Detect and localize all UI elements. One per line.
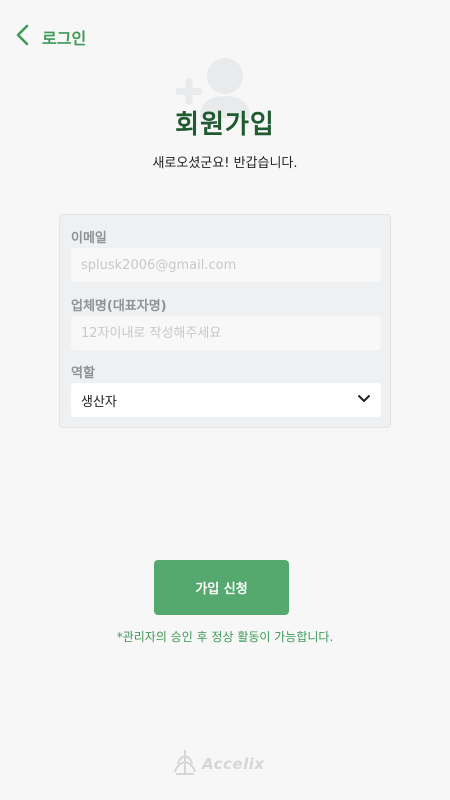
company-label: 업체명(대표자명) [71, 299, 167, 314]
email-input[interactable] [71, 248, 381, 282]
page-subtitle: 새로오셨군요! 반갑습니다. [152, 156, 298, 171]
role-selected-value: 생산자 [81, 394, 117, 410]
brand-logo: Accelix [172, 748, 282, 780]
chevron-left-icon [14, 24, 32, 50]
page-title: 회원가입 [175, 110, 275, 140]
company-name-input[interactable] [71, 316, 381, 350]
role-select[interactable]: 생산자 [71, 383, 381, 417]
brand-name: Accelix [202, 755, 265, 773]
approval-notice: *관리자의 승인 후 정상 활동이 가능합니다. [116, 630, 334, 644]
signup-form: 이메일 업체명(대표자명) 역할 생산자 [59, 214, 391, 428]
signup-submit-button[interactable]: 가입 신청 [154, 560, 289, 615]
leaf-logo-icon [172, 748, 198, 780]
chevron-down-icon [357, 393, 371, 408]
back-label: 로그인 [42, 29, 87, 48]
role-label: 역할 [71, 366, 95, 381]
back-button[interactable]: 로그인 [14, 22, 86, 52]
email-label: 이메일 [71, 231, 107, 246]
